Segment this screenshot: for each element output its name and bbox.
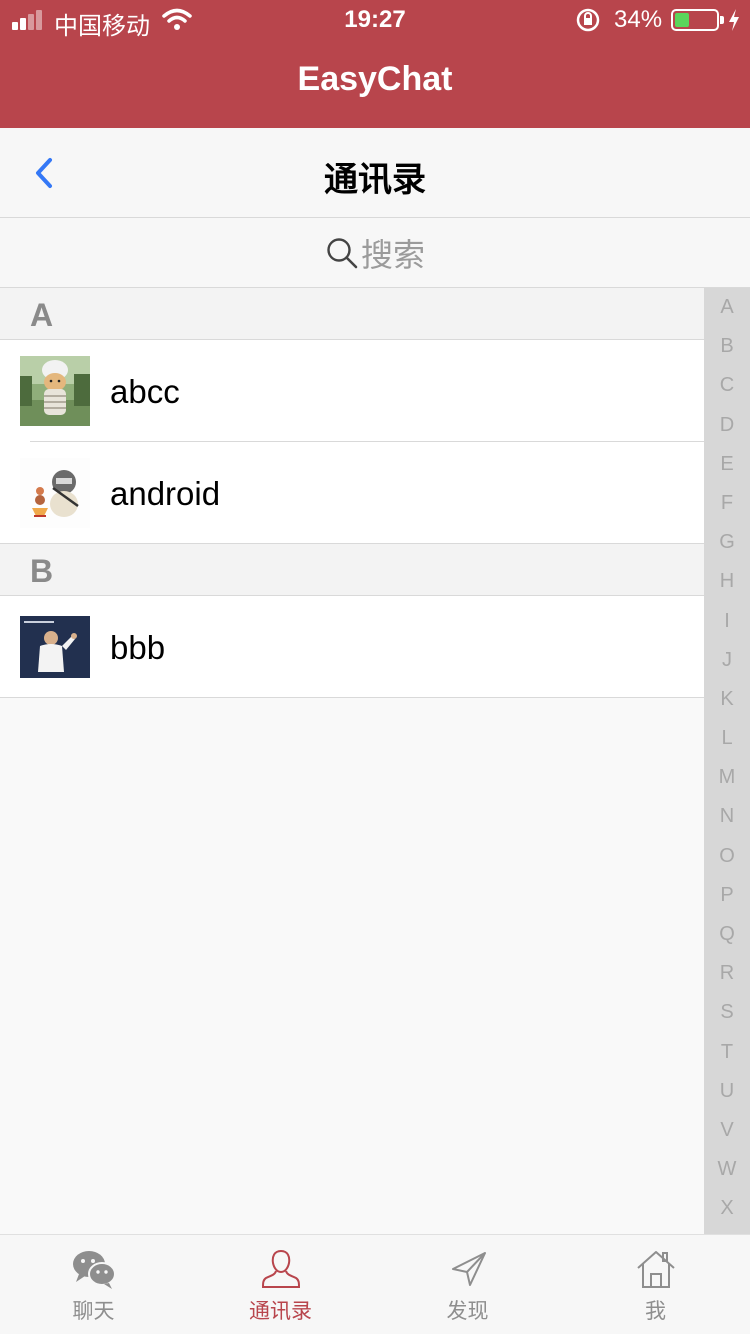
- index-letter-k[interactable]: K: [704, 680, 750, 719]
- section-header-b: B: [0, 544, 704, 596]
- index-letter-n[interactable]: N: [704, 797, 750, 836]
- battery-percentage: 34%: [614, 6, 663, 33]
- index-letter-b[interactable]: B: [704, 327, 750, 366]
- tab-label: 聊天: [72, 1300, 115, 1323]
- index-letter-i[interactable]: I: [704, 602, 750, 641]
- paper-plane-icon: [452, 1252, 486, 1286]
- page-title: 通讯录: [324, 161, 426, 199]
- index-letter-a[interactable]: A: [704, 288, 750, 327]
- avatar: [20, 356, 90, 426]
- contact-name: android: [110, 475, 221, 512]
- charging-bolt-icon: [729, 9, 739, 31]
- index-letter-q[interactable]: Q: [704, 915, 750, 954]
- contact-row-android[interactable]: android: [0, 442, 704, 544]
- index-letter-t[interactable]: T: [704, 1033, 750, 1072]
- index-letter-s[interactable]: S: [704, 993, 750, 1032]
- index-letter-m[interactable]: M: [704, 758, 750, 797]
- row-divider: [0, 697, 704, 698]
- row-divider: [0, 543, 704, 544]
- tab-contacts[interactable]: 通讯录: [187, 1235, 374, 1334]
- index-letter-e[interactable]: E: [704, 445, 750, 484]
- tab-label: 通讯录: [249, 1300, 312, 1323]
- index-letter-c[interactable]: C: [704, 366, 750, 405]
- status-bar: 中国移动 19:27 34%: [0, 0, 750, 40]
- tab-label: 我: [645, 1300, 666, 1323]
- tab-chat[interactable]: 聊天: [0, 1235, 187, 1334]
- index-letter-h[interactable]: H: [704, 562, 750, 601]
- contact-row-abcc[interactable]: abcc: [0, 340, 704, 442]
- index-letter-l[interactable]: L: [704, 719, 750, 758]
- battery-icon: [671, 9, 724, 31]
- section-header-a: A: [0, 288, 704, 340]
- chat-bubbles-icon: [73, 1251, 116, 1289]
- avatar: [20, 458, 90, 528]
- tab-discover[interactable]: 发现: [374, 1235, 561, 1334]
- app-header: 中国移动 19:27 34% EasyChat: [0, 0, 750, 128]
- tab-me[interactable]: 我: [562, 1235, 749, 1334]
- index-letter-g[interactable]: G: [704, 523, 750, 562]
- search-placeholder: 搜索: [360, 236, 425, 273]
- index-letter-d[interactable]: D: [704, 406, 750, 445]
- contact-name: bbb: [110, 629, 166, 666]
- alphabet-index-bar[interactable]: ABCDEFGHIJKLMNOPQRSTUVWX: [704, 288, 750, 1234]
- index-letter-f[interactable]: F: [704, 484, 750, 523]
- index-letter-o[interactable]: O: [704, 837, 750, 876]
- tab-bar: 聊天 通讯录 发现 我: [0, 1234, 750, 1334]
- index-letter-r[interactable]: R: [704, 954, 750, 993]
- index-letter-u[interactable]: U: [704, 1072, 750, 1111]
- contact-person-icon: [261, 1249, 301, 1288]
- app-title: EasyChat: [297, 60, 453, 98]
- tab-label: 发现: [446, 1300, 489, 1323]
- contact-row-bbb[interactable]: bbb: [0, 596, 704, 698]
- index-letter-w[interactable]: W: [704, 1150, 750, 1189]
- search-bar[interactable]: 搜索: [0, 218, 750, 288]
- avatar: [20, 616, 90, 678]
- index-letter-x[interactable]: X: [704, 1189, 750, 1228]
- home-icon: [637, 1251, 675, 1288]
- index-letter-p[interactable]: P: [704, 876, 750, 915]
- search-icon: [327, 237, 358, 268]
- contact-name: abcc: [110, 373, 180, 410]
- index-letter-j[interactable]: J: [704, 641, 750, 680]
- rotation-lock-icon: [576, 8, 600, 32]
- navigation-bar: 通讯录: [0, 128, 750, 218]
- index-letter-v[interactable]: V: [704, 1111, 750, 1150]
- contact-list: A abcc android B bbb: [0, 288, 704, 698]
